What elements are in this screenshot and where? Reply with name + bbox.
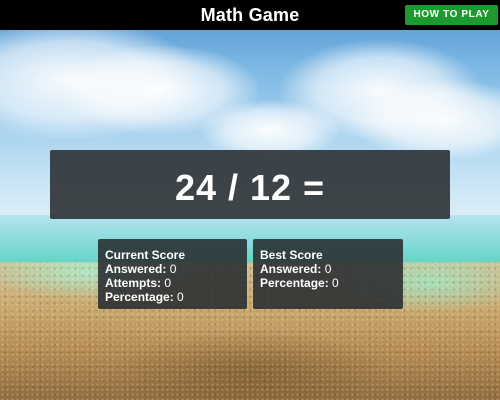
current-percentage-value: 0 <box>177 290 184 304</box>
current-answered-value: 0 <box>169 262 177 276</box>
current-attempts-label: Attempts: <box>105 276 161 290</box>
current-score-panel: Current Score Answered: 0 Attempts: 0 Pe… <box>98 239 247 309</box>
best-answered-row: Answered: 0 <box>260 262 339 276</box>
best-percentage-value: 0 <box>332 276 339 290</box>
best-percentage-row: Percentage: 0 <box>260 276 339 290</box>
current-answered-label: Answered: <box>105 262 167 276</box>
header-bar: Math Game HOW TO PLAY <box>0 0 500 30</box>
how-to-play-button[interactable]: HOW TO PLAY <box>405 5 498 25</box>
current-attempts-row: Attempts: 0 <box>105 276 185 290</box>
question-text: 24 / 12 = <box>174 167 326 208</box>
current-score-heading: Current Score <box>105 248 186 262</box>
current-percentage-row: Percentage: 0 <box>105 290 185 304</box>
best-percentage-label: Percentage: <box>260 276 329 290</box>
best-answered-value: 0 <box>324 262 332 276</box>
best-answered-label: Answered: <box>260 262 322 276</box>
best-score-panel: Best Score Answered: 0 Percentage: 0 <box>253 239 403 309</box>
best-score-heading: Best Score <box>260 248 323 262</box>
sand-texture <box>0 262 500 400</box>
current-percentage-label: Percentage: <box>105 290 174 304</box>
current-answered-row: Answered: 0 <box>105 262 185 276</box>
question-panel: 24 / 12 = <box>50 150 450 219</box>
current-attempts-value: 0 <box>164 276 172 290</box>
